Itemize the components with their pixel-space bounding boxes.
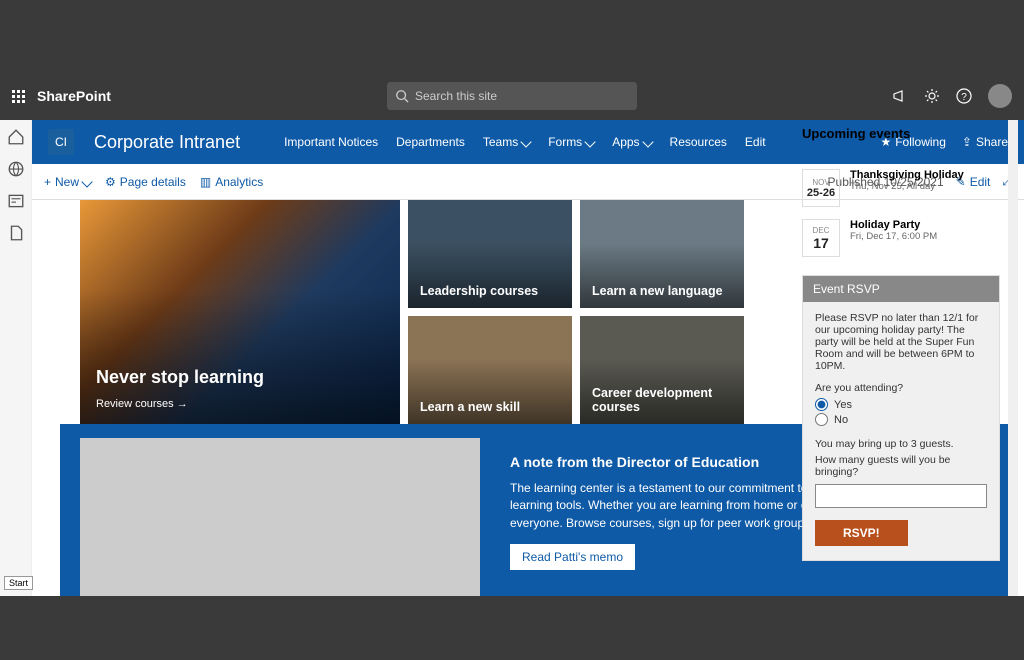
rsvp-q-attending: Are you attending? [815, 382, 987, 394]
app-chrome: CI Corporate Intranet Important Notices … [0, 120, 1024, 596]
hero-tile-leadership[interactable]: Leadership courses [408, 200, 572, 308]
date-badge: DEC17 [802, 219, 840, 257]
chevron-down-icon [585, 136, 596, 147]
user-avatar[interactable] [988, 84, 1012, 108]
files-icon[interactable] [7, 224, 25, 242]
page-canvas: Never stop learning Review courses → Lea… [32, 200, 1024, 596]
nav-apps[interactable]: Apps [612, 135, 651, 149]
suite-bar: SharePoint ? [0, 72, 1024, 120]
content-area: CI Corporate Intranet Important Notices … [32, 120, 1024, 596]
nav-resources[interactable]: Resources [670, 135, 727, 149]
settings-icon[interactable] [924, 88, 940, 104]
chart-icon: ▥ [200, 175, 211, 189]
search-box[interactable] [387, 82, 637, 110]
chevron-down-icon [81, 176, 92, 187]
event-item[interactable]: DEC17 Holiday PartyFri, Dec 17, 6:00 PM [802, 219, 1000, 257]
nav-edit[interactable]: Edit [745, 135, 766, 149]
rsvp-heading: Event RSVP [803, 276, 999, 302]
product-name: SharePoint [37, 88, 111, 104]
search-icon [395, 89, 409, 103]
rsvp-q-guests: How many guests will you be bringing? [815, 454, 987, 478]
nav-teams[interactable]: Teams [483, 135, 530, 149]
side-column: Upcoming events See all +Add event NOV25… [802, 200, 1000, 561]
rsvp-option-no[interactable]: No [815, 413, 987, 426]
note-image [80, 438, 480, 596]
app-launcher-icon[interactable] [12, 90, 25, 103]
event-item[interactable]: NOV25-26 Thanksgiving HolidayThu, Nov 25… [802, 200, 1000, 207]
rsvp-intro: Please RSVP no later than 12/1 for our u… [815, 312, 987, 372]
chevron-down-icon [642, 136, 653, 147]
read-memo-button[interactable]: Read Patti's memo [510, 544, 635, 570]
rsvp-submit-button[interactable]: RSVP! [815, 520, 908, 546]
hero-tile-skill[interactable]: Learn a new skill [408, 316, 572, 424]
rsvp-option-yes[interactable]: Yes [815, 398, 987, 411]
hero-tile-language[interactable]: Learn a new language [580, 200, 744, 308]
site-logo[interactable]: CI [48, 129, 74, 155]
date-badge: NOV25-26 [802, 200, 840, 207]
megaphone-icon[interactable] [892, 88, 908, 104]
rsvp-web-part: Event RSVP Please RSVP no later than 12/… [802, 275, 1000, 561]
news-icon[interactable] [7, 192, 25, 210]
hero-link[interactable]: Review courses → [96, 398, 188, 410]
svg-text:?: ? [961, 92, 967, 103]
home-icon[interactable] [7, 128, 25, 146]
chevron-down-icon [521, 136, 532, 147]
hero-tile-main[interactable]: Never stop learning Review courses → [80, 200, 400, 424]
page-details-button[interactable]: ⚙Page details [105, 175, 186, 189]
site-title: Corporate Intranet [94, 132, 240, 153]
scrollbar-vertical[interactable] [1008, 120, 1018, 596]
nav-forms[interactable]: Forms [548, 135, 594, 149]
plus-icon: + [44, 175, 51, 189]
help-icon[interactable]: ? [956, 88, 972, 104]
hero-title: Never stop learning [96, 367, 264, 388]
globe-icon[interactable] [7, 160, 25, 178]
rsvp-guest-input[interactable] [815, 484, 987, 508]
new-button[interactable]: +New [44, 175, 91, 189]
search-input[interactable] [415, 89, 629, 103]
nav-departments[interactable]: Departments [396, 135, 465, 149]
left-rail [0, 120, 32, 596]
nav-important-notices[interactable]: Important Notices [284, 135, 378, 149]
top-nav: Important Notices Departments Teams Form… [284, 135, 766, 149]
analytics-button[interactable]: ▥Analytics [200, 175, 263, 189]
hero-tile-career[interactable]: Career development courses [580, 316, 744, 424]
start-button[interactable]: Start [4, 576, 33, 590]
rsvp-guests-note: You may bring up to 3 guests. [815, 438, 987, 450]
gear-icon: ⚙ [105, 175, 116, 189]
